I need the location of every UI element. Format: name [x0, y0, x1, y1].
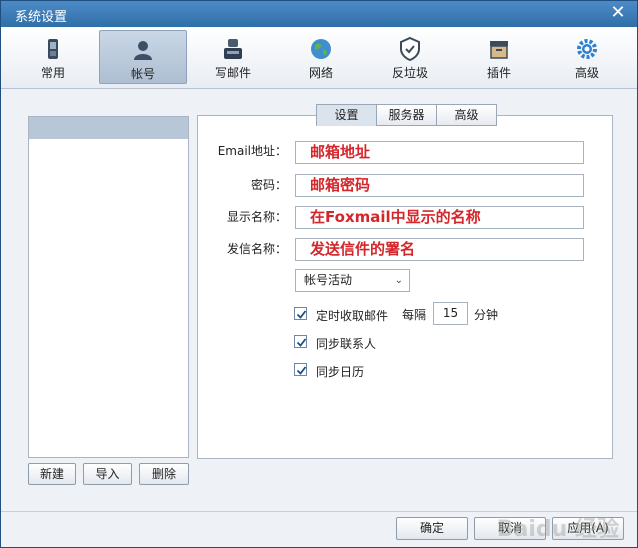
- gear-icon: [577, 39, 597, 59]
- tool-network[interactable]: 网络: [277, 30, 365, 84]
- tool-general[interactable]: 常用: [9, 30, 97, 84]
- phone-icon: [48, 39, 58, 59]
- check-icon: [296, 366, 307, 375]
- tool-compose[interactable]: 写邮件: [189, 30, 277, 84]
- apply-button[interactable]: 应用(A): [552, 517, 624, 540]
- account-list[interactable]: [28, 116, 189, 458]
- tool-label: 写邮件: [214, 66, 251, 80]
- shield-icon: [400, 36, 420, 62]
- tool-label: 高级: [574, 66, 599, 80]
- tool-antispam[interactable]: 反垃圾: [366, 30, 454, 84]
- account-status-value: 帐号活动: [304, 273, 353, 287]
- tool-plugins[interactable]: 插件: [455, 30, 543, 84]
- tool-label: 网络: [308, 66, 333, 80]
- check-icon: [296, 310, 307, 319]
- email-label: Email地址：: [217, 144, 287, 158]
- cancel-button[interactable]: 取消: [474, 517, 546, 540]
- tool-label: 反垃圾: [391, 66, 428, 80]
- interval-input[interactable]: 15: [433, 302, 468, 325]
- tool-account[interactable]: 帐号: [99, 30, 187, 84]
- account-status-select[interactable]: 帐号活动 ⌄: [295, 269, 410, 292]
- password-field[interactable]: 邮箱密码: [295, 174, 584, 197]
- sync-contacts-label: 同步联系人: [316, 337, 377, 351]
- password-label: 密码：: [250, 178, 287, 192]
- chevron-down-icon: ⌄: [394, 275, 403, 286]
- category-toolbar: 常用 帐号 写邮件 网络 反垃圾 插件 高级: [1, 27, 637, 89]
- auto-receive-label: 定时收取邮件: [316, 309, 389, 323]
- check-icon: [296, 338, 307, 347]
- new-account-button[interactable]: 新建: [28, 463, 76, 485]
- title-bar[interactable]: 系统设置 ✕: [1, 1, 637, 27]
- ok-button[interactable]: 确定: [396, 517, 468, 540]
- tool-label: 插件: [486, 66, 511, 80]
- write-mail-icon: [224, 39, 242, 59]
- tab-settings[interactable]: 设置: [316, 104, 377, 126]
- sender-name-field[interactable]: 发送信件的署名: [295, 238, 584, 261]
- settings-window: 系统设置 ✕ 常用 帐号 写邮件 网络 反垃圾 插件 高级 新建 导入 删除 设…: [0, 0, 638, 548]
- user-icon: [134, 41, 152, 60]
- minutes-label: 分钟: [474, 308, 499, 322]
- window-title: 系统设置: [15, 10, 68, 25]
- globe-icon: [311, 39, 331, 59]
- account-list-item-selected[interactable]: [29, 117, 188, 139]
- email-field[interactable]: 邮箱地址: [295, 141, 584, 164]
- every-label: 每隔: [402, 308, 427, 322]
- import-account-button[interactable]: 导入: [83, 463, 132, 485]
- display-name-label: 显示名称：: [226, 210, 287, 224]
- tool-label: 常用: [40, 66, 65, 80]
- tab-advanced[interactable]: 高级: [436, 104, 497, 126]
- tool-label: 帐号: [130, 67, 155, 81]
- box-icon: [490, 41, 508, 59]
- delete-account-button[interactable]: 删除: [139, 463, 189, 485]
- close-icon[interactable]: ✕: [609, 4, 627, 22]
- sender-name-label: 发信名称：: [226, 242, 287, 256]
- display-name-field[interactable]: 在Foxmail中显示的名称: [295, 206, 584, 229]
- tab-server[interactable]: 服务器: [376, 104, 437, 126]
- sync-calendar-checkbox[interactable]: [294, 363, 307, 376]
- tool-advanced[interactable]: 高级: [543, 30, 631, 84]
- sync-calendar-label: 同步日历: [316, 365, 365, 379]
- auto-receive-checkbox[interactable]: [294, 307, 307, 320]
- sync-contacts-checkbox[interactable]: [294, 335, 307, 348]
